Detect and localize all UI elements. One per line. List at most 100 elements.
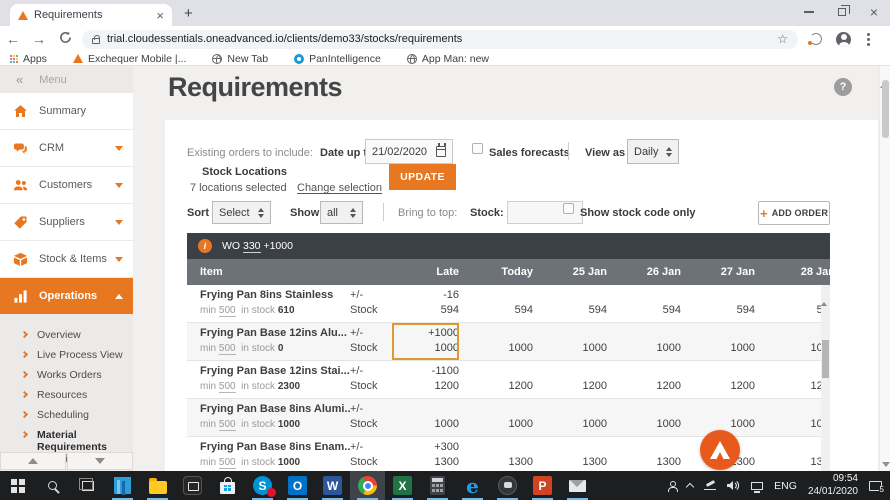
new-tab-button[interactable]: + <box>184 6 193 21</box>
taskbar-calculator-icon[interactable] <box>420 471 455 500</box>
requirement-cell[interactable]: 1300 <box>533 437 607 471</box>
pen-input-icon[interactable] <box>704 481 716 490</box>
requirement-cell[interactable]: 1200 <box>459 361 533 398</box>
sidebar-subitem-works-orders[interactable]: Works Orders <box>0 365 133 385</box>
network-icon[interactable] <box>751 482 763 490</box>
browser-tab[interactable]: Requirements × <box>10 4 172 26</box>
table-row[interactable]: Frying Pan 8ins Stainlessmin 500 in stoc… <box>187 285 830 323</box>
requirement-cell[interactable]: 1200 <box>681 361 755 398</box>
taskbar-outlook-icon[interactable]: O <box>280 471 315 500</box>
requirement-cell[interactable]: +3001300 <box>392 437 459 471</box>
bookmark-item[interactable]: PanIntelligence <box>294 53 381 65</box>
forward-icon[interactable]: → <box>26 31 52 47</box>
scrollbar-thumb[interactable] <box>882 80 889 138</box>
taskbar-store-icon[interactable] <box>210 471 245 500</box>
language-indicator[interactable]: ENG <box>774 480 797 492</box>
requirement-cell[interactable]: 1000 <box>533 399 607 436</box>
requirement-cell[interactable]: 1300 <box>755 437 830 471</box>
sidebar-subitem-overview[interactable]: Overview <box>0 325 133 345</box>
requirement-cell[interactable]: 1000 <box>459 399 533 436</box>
sort-select[interactable]: Select <box>212 201 271 224</box>
advanced-assistant-button[interactable] <box>700 430 740 470</box>
requirement-cell[interactable]: 1200 <box>755 361 830 398</box>
sidebar-scroll-down-button[interactable] <box>67 452 133 470</box>
taskbar-start-button[interactable] <box>0 471 35 500</box>
requirement-cell[interactable]: 1000 <box>607 399 681 436</box>
taskbar-word-icon[interactable]: W <box>315 471 350 500</box>
item-cell[interactable]: Frying Pan Base 12ins Alu...min 500 in s… <box>200 323 350 360</box>
requirement-cell[interactable]: 594 <box>607 285 681 322</box>
page-scrollbar[interactable] <box>879 66 890 471</box>
requirement-cell[interactable]: 594 <box>533 285 607 322</box>
add-order-button[interactable]: + ADD ORDER <box>758 201 830 225</box>
requirement-cell[interactable]: 1000 <box>755 323 830 360</box>
bookmark-star-icon[interactable]: ☆ <box>777 32 788 46</box>
taskbar-excel-icon[interactable]: X <box>385 471 420 500</box>
table-scrollbar[interactable] <box>821 285 830 471</box>
scrollbar-thumb[interactable] <box>822 340 829 378</box>
taskbar-task-view-button[interactable] <box>70 471 105 500</box>
requirement-cell[interactable]: 1300 <box>607 437 681 471</box>
update-button[interactable]: UPDATE <box>389 164 456 190</box>
taskbar-mail-icon[interactable] <box>560 471 595 500</box>
requirement-cell[interactable]: 594 <box>755 285 830 322</box>
wo-banner[interactable]: i WO 330 +1000 <box>187 233 830 259</box>
scroll-down-icon[interactable] <box>882 462 890 467</box>
sidebar-item-summary[interactable]: Summary <box>0 93 133 129</box>
sidebar-item-operations[interactable]: Operations <box>0 278 133 314</box>
collapse-menu-icon[interactable]: « <box>16 72 21 87</box>
taskbar-company-icon[interactable] <box>105 471 140 500</box>
extension-icon[interactable] <box>810 33 822 45</box>
item-cell[interactable]: Frying Pan Base 8ins Enam...min 500 in s… <box>200 437 350 471</box>
requirement-cell[interactable]: 1000 <box>755 399 830 436</box>
taskbar-chrome-icon[interactable] <box>350 471 385 500</box>
sales-forecasts-checkbox[interactable] <box>472 143 483 154</box>
window-minimize-button[interactable] <box>804 11 814 13</box>
requirement-cell[interactable]: 1300 <box>459 437 533 471</box>
table-row[interactable]: Frying Pan Base 12ins Alu...min 500 in s… <box>187 323 830 361</box>
sidebar-subitem-scheduling[interactable]: Scheduling <box>0 405 133 425</box>
sidebar-item-customers[interactable]: Customers <box>0 167 133 203</box>
requirement-cell[interactable]: -16594 <box>392 285 459 322</box>
refresh-icon[interactable] <box>52 31 78 47</box>
taskbar-search-button[interactable] <box>35 471 70 500</box>
sidebar-item-stock-items[interactable]: Stock & Items <box>0 241 133 277</box>
window-restore-button[interactable] <box>838 8 846 16</box>
show-stock-code-checkbox[interactable] <box>563 203 574 214</box>
address-bar[interactable]: trial.cloudessentials.oneadvanced.io/cli… <box>82 30 798 49</box>
scroll-up-icon[interactable] <box>821 285 827 306</box>
sidebar-scroll-up-button[interactable] <box>0 452 66 470</box>
requirement-cell[interactable]: 1200 <box>533 361 607 398</box>
clock[interactable]: 09:54 24/01/2020 <box>808 473 858 498</box>
people-icon[interactable] <box>668 481 676 489</box>
taskbar-powerpoint-icon[interactable]: P <box>525 471 560 500</box>
taskbar-teams-chat-icon[interactable] <box>490 471 525 500</box>
change-selection-link[interactable]: Change selection <box>297 182 382 194</box>
browser-menu-icon[interactable] <box>867 38 870 41</box>
volume-icon[interactable] <box>727 480 740 491</box>
sidebar-subitem-live-process-view[interactable]: Live Process View <box>0 345 133 365</box>
sidebar-item-suppliers[interactable]: Suppliers <box>0 204 133 240</box>
item-cell[interactable]: Frying Pan 8ins Stainlessmin 500 in stoc… <box>200 285 350 322</box>
requirement-cell[interactable]: 594 <box>459 285 533 322</box>
item-cell[interactable]: Frying Pan Base 12ins Stai...min 500 in … <box>200 361 350 398</box>
taskbar-skype-icon[interactable]: S <box>245 471 280 500</box>
bookmark-item[interactable]: New Tab <box>212 53 268 65</box>
calendar-icon[interactable] <box>436 146 446 157</box>
requirement-cell[interactable]: 594 <box>681 285 755 322</box>
taskbar-edge-icon[interactable]: e <box>455 471 490 500</box>
window-close-button[interactable]: × <box>870 5 878 19</box>
requirement-cell[interactable]: 1000 <box>459 323 533 360</box>
wo-number[interactable]: 330 <box>243 240 261 253</box>
item-cell[interactable]: Frying Pan Base 8ins Alumi...min 500 in … <box>200 399 350 436</box>
show-select[interactable]: all <box>320 201 363 224</box>
bookmark-item[interactable]: App Man: new <box>407 53 489 65</box>
requirement-cell[interactable]: 1000 <box>392 399 459 436</box>
taskbar-photos-icon[interactable] <box>175 471 210 500</box>
bookmark-item[interactable]: Exchequer Mobile |... <box>73 53 186 65</box>
requirement-cell[interactable]: +10001000 <box>392 323 459 360</box>
view-as-select[interactable]: Daily <box>627 139 679 164</box>
requirement-cell[interactable]: 1000 <box>681 323 755 360</box>
bookmark-item[interactable]: Apps <box>10 53 47 65</box>
back-icon[interactable]: ← <box>0 31 26 47</box>
